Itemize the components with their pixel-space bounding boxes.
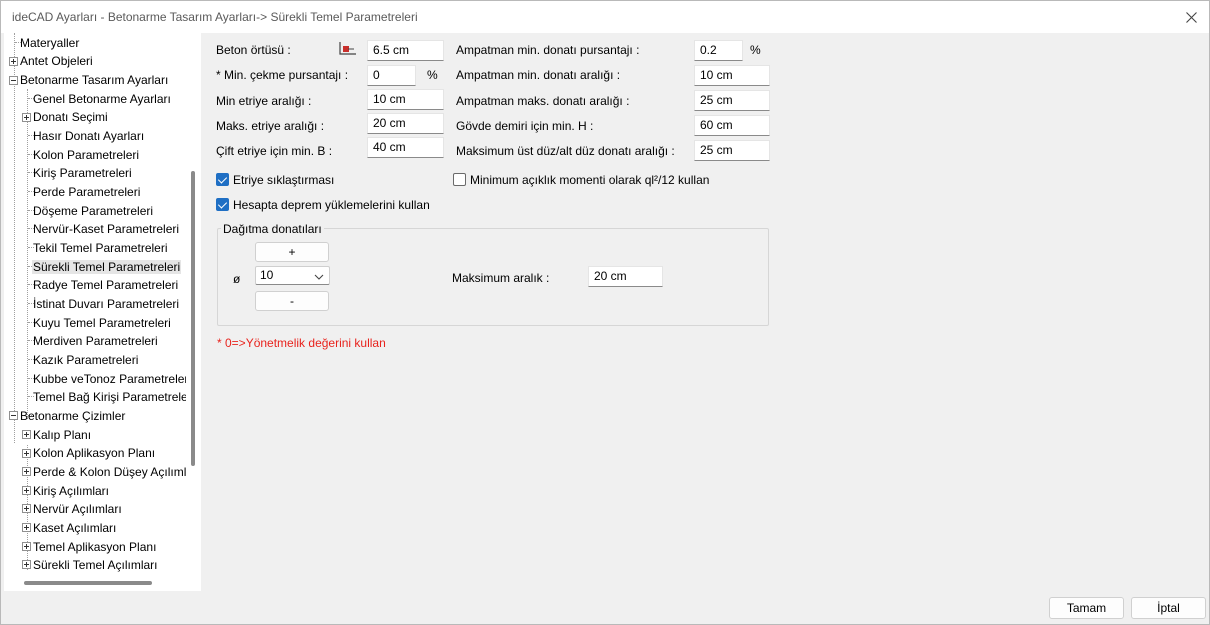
- maks-etriye-input[interactable]: 20 cm: [367, 113, 444, 134]
- tree-item-nervur-kaset[interactable]: Nervür-Kaset Parametreleri: [32, 220, 180, 238]
- expand-icon[interactable]: [22, 113, 31, 122]
- ampatman-min-pursantaj-input[interactable]: 0.2: [694, 40, 743, 61]
- dagitma-group-title: Dağıtma donatıları: [221, 222, 324, 236]
- min-cekme-label: * Min. çekme pursantajı :: [216, 68, 349, 82]
- min-cekme-input[interactable]: 0: [367, 65, 416, 86]
- dialog-footer: Tamam İptal: [1, 591, 1209, 624]
- expand-icon[interactable]: [22, 467, 31, 476]
- tree-item-surekli-temel-acilimlari[interactable]: Sürekli Temel Açılımları: [32, 556, 158, 574]
- tree-horizontal-scrollbar[interactable]: [24, 581, 152, 585]
- cancel-button[interactable]: İptal: [1131, 597, 1206, 619]
- maks-aralik-input[interactable]: 20 cm: [588, 266, 663, 287]
- tree-item-antet-objeleri[interactable]: Antet Objeleri: [19, 52, 94, 70]
- min-etriye-input[interactable]: 10 cm: [367, 89, 444, 110]
- ampatman-min-aralik-label: Ampatman min. donatı aralığı :: [456, 68, 621, 82]
- tree-item-kubbe-tonoz[interactable]: Kubbe veTonoz Parametreler: [32, 370, 186, 388]
- min-etriye-label: Min etriye aralığı :: [216, 94, 312, 108]
- settings-tree[interactable]: Materyaller Antet Objeleri Betonarme Tas…: [4, 33, 201, 591]
- govde-demiri-input[interactable]: 60 cm: [694, 115, 770, 136]
- window-title: ideCAD Ayarları - Betonarme Tasarım Ayar…: [12, 10, 418, 24]
- diameter-select[interactable]: 10: [255, 266, 330, 285]
- remove-diameter-button[interactable]: -: [255, 291, 329, 311]
- cift-etriye-input[interactable]: 40 cm: [367, 137, 444, 158]
- tree-item-radye-temel[interactable]: Radye Temel Parametreleri: [32, 276, 179, 294]
- tree-item-kazik[interactable]: Kazık Parametreleri: [32, 351, 139, 369]
- tree-item-temel-aplikasyon[interactable]: Temel Aplikasyon Planı: [32, 538, 157, 556]
- minimum-aciklik-label: Minimum açıklık momenti olarak ql²/12 ku…: [470, 173, 710, 187]
- min-cekme-unit: %: [427, 68, 438, 82]
- minimum-aciklik-checkbox[interactable]: [453, 173, 466, 186]
- expand-icon[interactable]: [22, 560, 31, 569]
- expand-icon[interactable]: [22, 486, 31, 495]
- expand-icon[interactable]: [22, 542, 31, 551]
- tree-item-betonarme-cizimler[interactable]: Betonarme Çizimler: [19, 407, 126, 425]
- tree-item-materyaller[interactable]: Materyaller: [19, 34, 80, 52]
- tree-item-betonarme-tasarim[interactable]: Betonarme Tasarım Ayarları: [19, 71, 169, 89]
- tree-item-kiris[interactable]: Kiriş Parametreleri: [32, 164, 133, 182]
- beton-ortusu-label: Beton örtüsü :: [216, 43, 291, 57]
- phi-label: ø: [233, 272, 241, 286]
- tree-item-tekil-temel[interactable]: Tekil Temel Parametreleri: [32, 239, 169, 257]
- deprem-yuklemeleri-checkbox[interactable]: [216, 198, 229, 211]
- tree-item-hasir-donati[interactable]: Hasır Donatı Ayarları: [32, 127, 145, 145]
- tree-item-donati-secimi[interactable]: Donatı Seçimi: [32, 108, 109, 126]
- expand-icon[interactable]: [22, 449, 31, 458]
- tree-vertical-scrollbar[interactable]: [191, 171, 195, 466]
- settings-form: Beton örtüsü : 6.5 cm * Min. çekme pursa…: [204, 33, 1209, 591]
- expand-icon[interactable]: [22, 430, 31, 439]
- regulation-note: * 0=>Yönetmelik değerini kullan: [217, 336, 386, 350]
- diameter-value: 10: [260, 268, 274, 282]
- maks-aralik-label: Maksimum aralık :: [452, 271, 550, 285]
- ok-button[interactable]: Tamam: [1049, 597, 1124, 619]
- beton-ortusu-input[interactable]: 6.5 cm: [367, 40, 444, 61]
- tree-item-perde[interactable]: Perde Parametreleri: [32, 183, 141, 201]
- add-diameter-button[interactable]: +: [255, 242, 329, 262]
- tree-item-temel-bag-kirisi[interactable]: Temel Bağ Kirişi Parametreler: [32, 388, 186, 406]
- etriye-siklastirmasi-checkbox[interactable]: [216, 173, 229, 186]
- close-icon: [1185, 11, 1197, 23]
- cift-etriye-label: Çift etriye için min. B :: [216, 144, 333, 158]
- tree-item-kiris-acilimlari[interactable]: Kiriş Açılımları: [32, 482, 110, 500]
- title-bar: ideCAD Ayarları - Betonarme Tasarım Ayar…: [1, 1, 1209, 33]
- expand-icon[interactable]: [22, 504, 31, 513]
- tree-item-merdiven[interactable]: Merdiven Parametreleri: [32, 332, 159, 350]
- ampatman-min-pursantaj-unit: %: [750, 43, 761, 57]
- ampatman-maks-aralik-input[interactable]: 25 cm: [694, 90, 770, 111]
- maks-etriye-label: Maks. etriye aralığı :: [216, 119, 325, 133]
- cover-diagram-icon[interactable]: [337, 40, 357, 59]
- expand-icon[interactable]: [22, 523, 31, 532]
- collapse-icon[interactable]: [9, 76, 18, 85]
- tree-item-doseme[interactable]: Döşeme Parametreleri: [32, 202, 154, 220]
- govde-demiri-label: Gövde demiri için min. H :: [456, 119, 594, 133]
- ampatman-min-pursantaj-label: Ampatman min. donatı pursantajı :: [456, 43, 640, 57]
- ampatman-min-aralik-input[interactable]: 10 cm: [694, 65, 770, 86]
- tree-item-kaset-acilimlari[interactable]: Kaset Açılımları: [32, 519, 117, 537]
- deprem-yuklemeleri-label: Hesapta deprem yüklemelerini kullan: [233, 198, 430, 212]
- tree-item-kolon-aplikasyon[interactable]: Kolon Aplikasyon Planı: [32, 444, 156, 462]
- tree-item-perde-kolon-dusey[interactable]: Perde & Kolon Düşey Açılıml: [32, 463, 186, 481]
- tree-item-kalip-plani[interactable]: Kalıp Planı: [32, 426, 92, 444]
- tree-item-nervur-acilimlari[interactable]: Nervür Açılımları: [32, 500, 123, 518]
- expand-icon[interactable]: [9, 57, 18, 66]
- tree-item-istinat-duvari[interactable]: İstinat Duvarı Parametreleri: [32, 295, 180, 313]
- chevron-down-icon: [314, 270, 324, 287]
- tree-item-kuyu-temel[interactable]: Kuyu Temel Parametreleri: [32, 314, 172, 332]
- settings-window: ideCAD Ayarları - Betonarme Tasarım Ayar…: [0, 0, 1210, 625]
- collapse-icon[interactable]: [9, 411, 18, 420]
- ampatman-maks-aralik-label: Ampatman maks. donatı aralığı :: [456, 94, 630, 108]
- tree-item-kolon[interactable]: Kolon Parametreleri: [32, 146, 140, 164]
- close-button[interactable]: [1173, 1, 1209, 33]
- maks-ust-alt-input[interactable]: 25 cm: [694, 140, 770, 161]
- tree-item-surekli-temel[interactable]: Sürekli Temel Parametreleri: [32, 258, 182, 276]
- tree-item-genel-betonarme[interactable]: Genel Betonarme Ayarları: [32, 90, 172, 108]
- etriye-siklastirmasi-label: Etriye sıklaştırması: [233, 173, 335, 187]
- maks-ust-alt-label: Maksimum üst düz/alt düz donatı aralığı …: [456, 144, 675, 158]
